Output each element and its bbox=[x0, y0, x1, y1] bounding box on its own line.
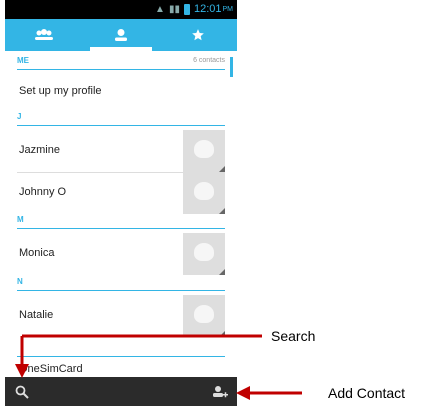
section-header-j: J bbox=[17, 111, 225, 126]
section-header-partial bbox=[17, 342, 225, 357]
tab-bar bbox=[5, 19, 237, 51]
status-bar: ▲ ▮▮ 12:01 PM bbox=[5, 0, 237, 19]
contact-avatar[interactable] bbox=[183, 130, 225, 172]
setup-profile-label: Set up my profile bbox=[19, 85, 102, 97]
contact-row[interactable]: OneSimCard bbox=[5, 357, 225, 377]
add-contact-icon bbox=[213, 385, 228, 397]
contact-row[interactable]: Johnny O bbox=[5, 171, 225, 215]
status-ampm: PM bbox=[222, 6, 234, 13]
person-icon bbox=[114, 29, 127, 41]
tab-contacts[interactable] bbox=[82, 19, 159, 51]
add-contact-button[interactable] bbox=[205, 377, 235, 406]
contact-name: Johnny O bbox=[19, 186, 67, 198]
status-time: 12:01 bbox=[193, 3, 222, 15]
contact-avatar[interactable] bbox=[183, 233, 225, 275]
contact-name: Natalie bbox=[19, 309, 54, 321]
contact-name: OneSimCard bbox=[19, 363, 83, 375]
contacts-count: 6 contacts bbox=[193, 57, 225, 64]
add-contact-annotation-label: Add Contact bbox=[328, 385, 406, 401]
add-contact-arrow-head bbox=[236, 386, 250, 400]
section-label: ME bbox=[17, 56, 29, 65]
search-annotation-label: Search bbox=[271, 328, 316, 344]
groups-icon bbox=[34, 29, 53, 40]
phone-screen: ▲ ▮▮ 12:01 PM ME 6 contacts Set up my pr… bbox=[5, 0, 237, 406]
contact-name: Monica bbox=[19, 247, 55, 259]
contact-list[interactable]: ME 6 contacts Set up my profile J Jazmin… bbox=[5, 51, 237, 377]
star-icon bbox=[192, 29, 205, 41]
scrollbar[interactable] bbox=[230, 57, 233, 77]
contact-avatar[interactable] bbox=[183, 295, 225, 337]
tab-groups[interactable] bbox=[5, 19, 82, 51]
section-header-m: M bbox=[17, 214, 225, 229]
contact-avatar[interactable] bbox=[183, 172, 225, 214]
signal-icon: ▲ bbox=[155, 4, 165, 15]
signal-bars-icon: ▮▮ bbox=[168, 4, 180, 15]
section-header-n: N bbox=[17, 276, 225, 291]
section-label: N bbox=[17, 277, 23, 286]
contact-row[interactable]: Natalie bbox=[5, 294, 225, 338]
tab-favorites[interactable] bbox=[160, 19, 237, 51]
contact-name: Jazmine bbox=[19, 144, 60, 156]
contact-row[interactable]: Monica bbox=[5, 232, 225, 276]
section-label: M bbox=[17, 215, 24, 224]
bottom-action-bar bbox=[5, 377, 237, 406]
search-icon bbox=[15, 385, 29, 399]
search-button[interactable] bbox=[7, 377, 37, 406]
section-header-me: ME 6 contacts bbox=[17, 55, 225, 70]
setup-profile-row[interactable]: Set up my profile bbox=[5, 71, 225, 111]
section-label: J bbox=[17, 112, 22, 121]
contact-row[interactable]: Jazmine bbox=[5, 129, 225, 173]
battery-icon bbox=[183, 4, 190, 15]
